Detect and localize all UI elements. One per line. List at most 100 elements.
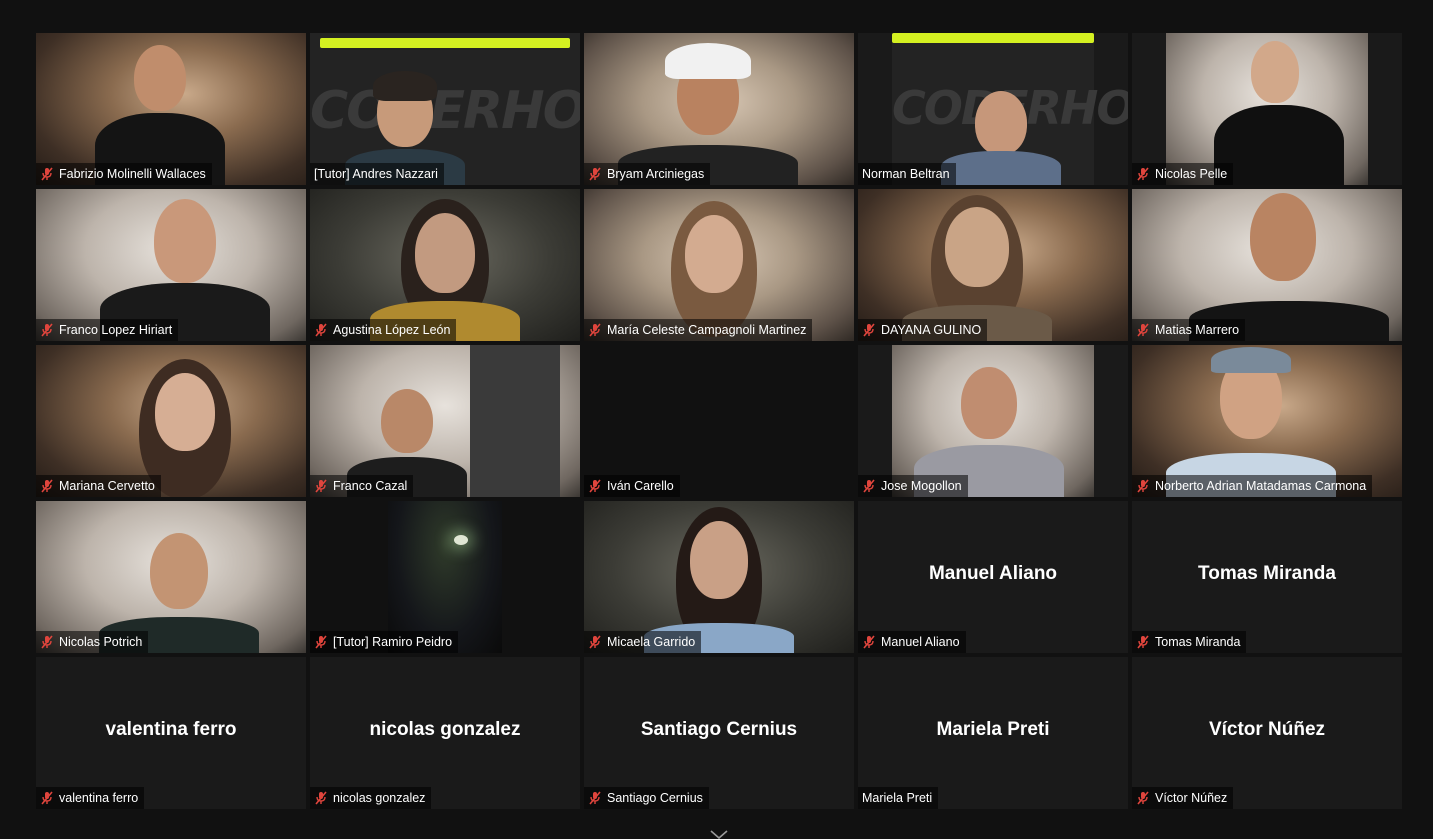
- mic-muted-icon: [1137, 791, 1149, 805]
- mic-muted-icon: [41, 635, 53, 649]
- participant-tile[interactable]: Norberto Adrian Matadamas Carmona: [1132, 345, 1402, 497]
- participant-tile[interactable]: [Tutor] Ramiro Peidro: [310, 501, 580, 653]
- name-label: Fabrizio Molinelli Wallaces: [36, 163, 212, 185]
- participant-name: Mariela Preti: [862, 791, 933, 805]
- name-label: Micaela Garrido: [584, 631, 702, 653]
- name-label: [Tutor] Andres Nazzari: [310, 163, 444, 185]
- participant-tile[interactable]: DAYANA GULINO: [858, 189, 1128, 341]
- participant-tile[interactable]: CODERHOUSE Norman Beltran: [858, 33, 1128, 185]
- name-label: Mariela Preti: [858, 787, 939, 809]
- participant-tile[interactable]: Iván Carello: [584, 345, 854, 497]
- participant-display-name: Tomas Miranda: [1198, 563, 1336, 584]
- participant-name: Micaela Garrido: [607, 635, 696, 649]
- participant-name: Norman Beltran: [862, 167, 950, 181]
- name-label: Norberto Adrian Matadamas Carmona: [1132, 475, 1373, 497]
- mic-muted-icon: [1137, 479, 1149, 493]
- name-label: Nicolas Pelle: [1132, 163, 1234, 185]
- slide-header-bar: [320, 38, 570, 48]
- name-label: Nicolas Potrich: [36, 631, 149, 653]
- participant-name: Iván Carello: [607, 479, 674, 493]
- participant-tile[interactable]: Santiago Cernius Santiago Cernius: [584, 657, 854, 809]
- mic-muted-icon: [41, 479, 53, 493]
- participant-tile[interactable]: Fabrizio Molinelli Wallaces: [36, 33, 306, 185]
- name-label: Bryam Arciniegas: [584, 163, 711, 185]
- participant-tile[interactable]: Micaela Garrido: [584, 501, 854, 653]
- name-label: Jose Mogollon: [858, 475, 968, 497]
- participant-name: valentina ferro: [59, 791, 139, 805]
- name-label: María Celeste Campagnoli Martinez: [584, 319, 813, 341]
- name-label: Matias Marrero: [1132, 319, 1246, 341]
- participant-name: Nicolas Potrich: [59, 635, 143, 649]
- participant-tile[interactable]: Franco Cazal: [310, 345, 580, 497]
- participant-name: Santiago Cernius: [607, 791, 703, 805]
- mic-muted-icon: [863, 635, 875, 649]
- participant-name: [Tutor] Andres Nazzari: [314, 167, 438, 181]
- participant-tile[interactable]: Bryam Arciniegas: [584, 33, 854, 185]
- participant-name: Agustina López León: [333, 323, 451, 337]
- mic-muted-icon: [589, 323, 601, 337]
- participant-name: nicolas gonzalez: [333, 791, 426, 805]
- mic-muted-icon: [315, 635, 327, 649]
- participant-tile[interactable]: Matias Marrero: [1132, 189, 1402, 341]
- name-label: valentina ferro: [36, 787, 145, 809]
- name-label: [Tutor] Ramiro Peidro: [310, 631, 459, 653]
- mic-muted-icon: [41, 167, 53, 181]
- participant-name: Franco Lopez Hiriart: [59, 323, 173, 337]
- name-label: Manuel Aliano: [858, 631, 966, 653]
- participant-name: Franco Cazal: [333, 479, 408, 493]
- participant-tile[interactable]: María Celeste Campagnoli Martinez: [584, 189, 854, 341]
- participant-tile[interactable]: Mariela Preti Mariela Preti: [858, 657, 1128, 809]
- participant-tile[interactable]: Nicolas Potrich: [36, 501, 306, 653]
- name-label: nicolas gonzalez: [310, 787, 432, 809]
- mic-muted-icon: [315, 479, 327, 493]
- participant-tile[interactable]: Manuel Aliano Manuel Aliano: [858, 501, 1128, 653]
- participant-tile[interactable]: Agustina López León: [310, 189, 580, 341]
- participant-name: Bryam Arciniegas: [607, 167, 705, 181]
- participant-name: Víctor Núñez: [1155, 791, 1228, 805]
- participant-name: Matias Marrero: [1155, 323, 1240, 337]
- mic-muted-icon: [1137, 635, 1149, 649]
- participant-display-name: Manuel Aliano: [928, 563, 1058, 584]
- participant-display-name: Víctor Núñez: [1208, 719, 1326, 740]
- participant-display-name: nicolas gonzalez: [369, 719, 521, 740]
- participant-name: [Tutor] Ramiro Peidro: [333, 635, 453, 649]
- name-label: Agustina López León: [310, 319, 457, 341]
- participant-name: DAYANA GULINO: [881, 323, 982, 337]
- name-label: Mariana Cervetto: [36, 475, 161, 497]
- mic-muted-icon: [315, 791, 327, 805]
- participant-tile[interactable]: Franco Lopez Hiriart: [36, 189, 306, 341]
- participant-name: Tomas Miranda: [1155, 635, 1241, 649]
- participant-name: Norberto Adrian Matadamas Carmona: [1155, 479, 1367, 493]
- mic-muted-icon: [863, 323, 875, 337]
- participant-name: Nicolas Pelle: [1155, 167, 1228, 181]
- mic-muted-icon: [589, 167, 601, 181]
- participant-tile[interactable]: Mariana Cervetto: [36, 345, 306, 497]
- mic-muted-icon: [1137, 323, 1149, 337]
- participant-tile[interactable]: Jose Mogollon: [858, 345, 1128, 497]
- mic-muted-icon: [589, 479, 601, 493]
- name-label: Iván Carello: [584, 475, 680, 497]
- name-label: DAYANA GULINO: [858, 319, 988, 341]
- participant-name: Fabrizio Molinelli Wallaces: [59, 167, 206, 181]
- name-label: Tomas Miranda: [1132, 631, 1247, 653]
- participant-tile[interactable]: nicolas gonzalez nicolas gonzalez: [310, 657, 580, 809]
- name-label: Franco Cazal: [310, 475, 414, 497]
- participant-name: Manuel Aliano: [881, 635, 960, 649]
- name-label: Norman Beltran: [858, 163, 956, 185]
- name-label: Santiago Cernius: [584, 787, 709, 809]
- mic-muted-icon: [315, 323, 327, 337]
- mic-muted-icon: [589, 635, 601, 649]
- mic-muted-icon: [41, 791, 53, 805]
- participant-tile[interactable]: Tomas Miranda Tomas Miranda: [1132, 501, 1402, 653]
- participant-tile-active-speaker[interactable]: CODERHOUSE [Tutor] Andres Nazzari: [310, 33, 580, 185]
- participant-tile[interactable]: valentina ferro valentina ferro: [36, 657, 306, 809]
- slide-header-bar: [892, 33, 1094, 43]
- name-label: Víctor Núñez: [1132, 787, 1234, 809]
- participant-display-name: Santiago Cernius: [640, 719, 798, 740]
- slide-watermark: CODERHOUSE: [310, 81, 580, 141]
- chevron-down-icon[interactable]: [709, 830, 729, 839]
- name-label: Franco Lopez Hiriart: [36, 319, 179, 341]
- participant-name: Mariana Cervetto: [59, 479, 155, 493]
- participant-tile[interactable]: Nicolas Pelle: [1132, 33, 1402, 185]
- participant-tile[interactable]: Víctor Núñez Víctor Núñez: [1132, 657, 1402, 809]
